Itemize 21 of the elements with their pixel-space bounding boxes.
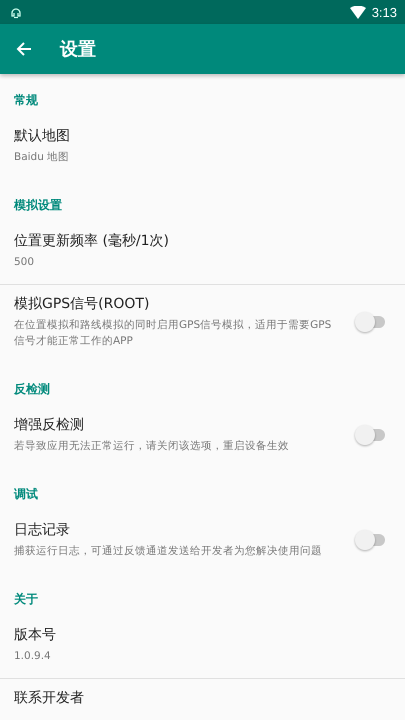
section-header: 关于	[12, 591, 39, 608]
setting-summary: 若导致应用无法正常运行，请关闭该选项，重启设备生效	[14, 439, 290, 454]
wifi-icon	[350, 6, 366, 18]
section-header: 调试	[12, 486, 39, 503]
setting-summary: 捕获运行日志，可通过反馈通道发送给开发者为您解决使用问题	[14, 544, 323, 559]
setting-title[interactable]: 增强反检测	[14, 416, 337, 434]
setting-summary: 1.0.9.4	[14, 649, 52, 664]
setting-summary: 500	[14, 255, 36, 270]
setting-title[interactable]: 默认地图	[14, 127, 389, 145]
setting-summary: Baidu 地图	[14, 150, 70, 165]
setting-title[interactable]: 联系开发者	[14, 689, 389, 707]
setting-title[interactable]: 版本号	[14, 626, 389, 644]
setting-summary: 在位置模拟和路线模拟的同时启用GPS信号模拟，适用于需要GPS信号才能正常工作的APP	[14, 318, 332, 349]
setting-title[interactable]: 日志记录	[14, 521, 337, 539]
section-header: 模拟设置	[12, 197, 63, 214]
clock: 3:13	[372, 4, 397, 20]
section-header: 常规	[13, 92, 39, 109]
setting-title[interactable]: 模拟GPS信号(ROOT)	[14, 295, 337, 313]
section-header: 反检测	[12, 381, 51, 398]
setting-title[interactable]: 位置更新频率 (毫秒/1次)	[14, 232, 389, 250]
toolbar-title: 设置	[60, 38, 96, 61]
